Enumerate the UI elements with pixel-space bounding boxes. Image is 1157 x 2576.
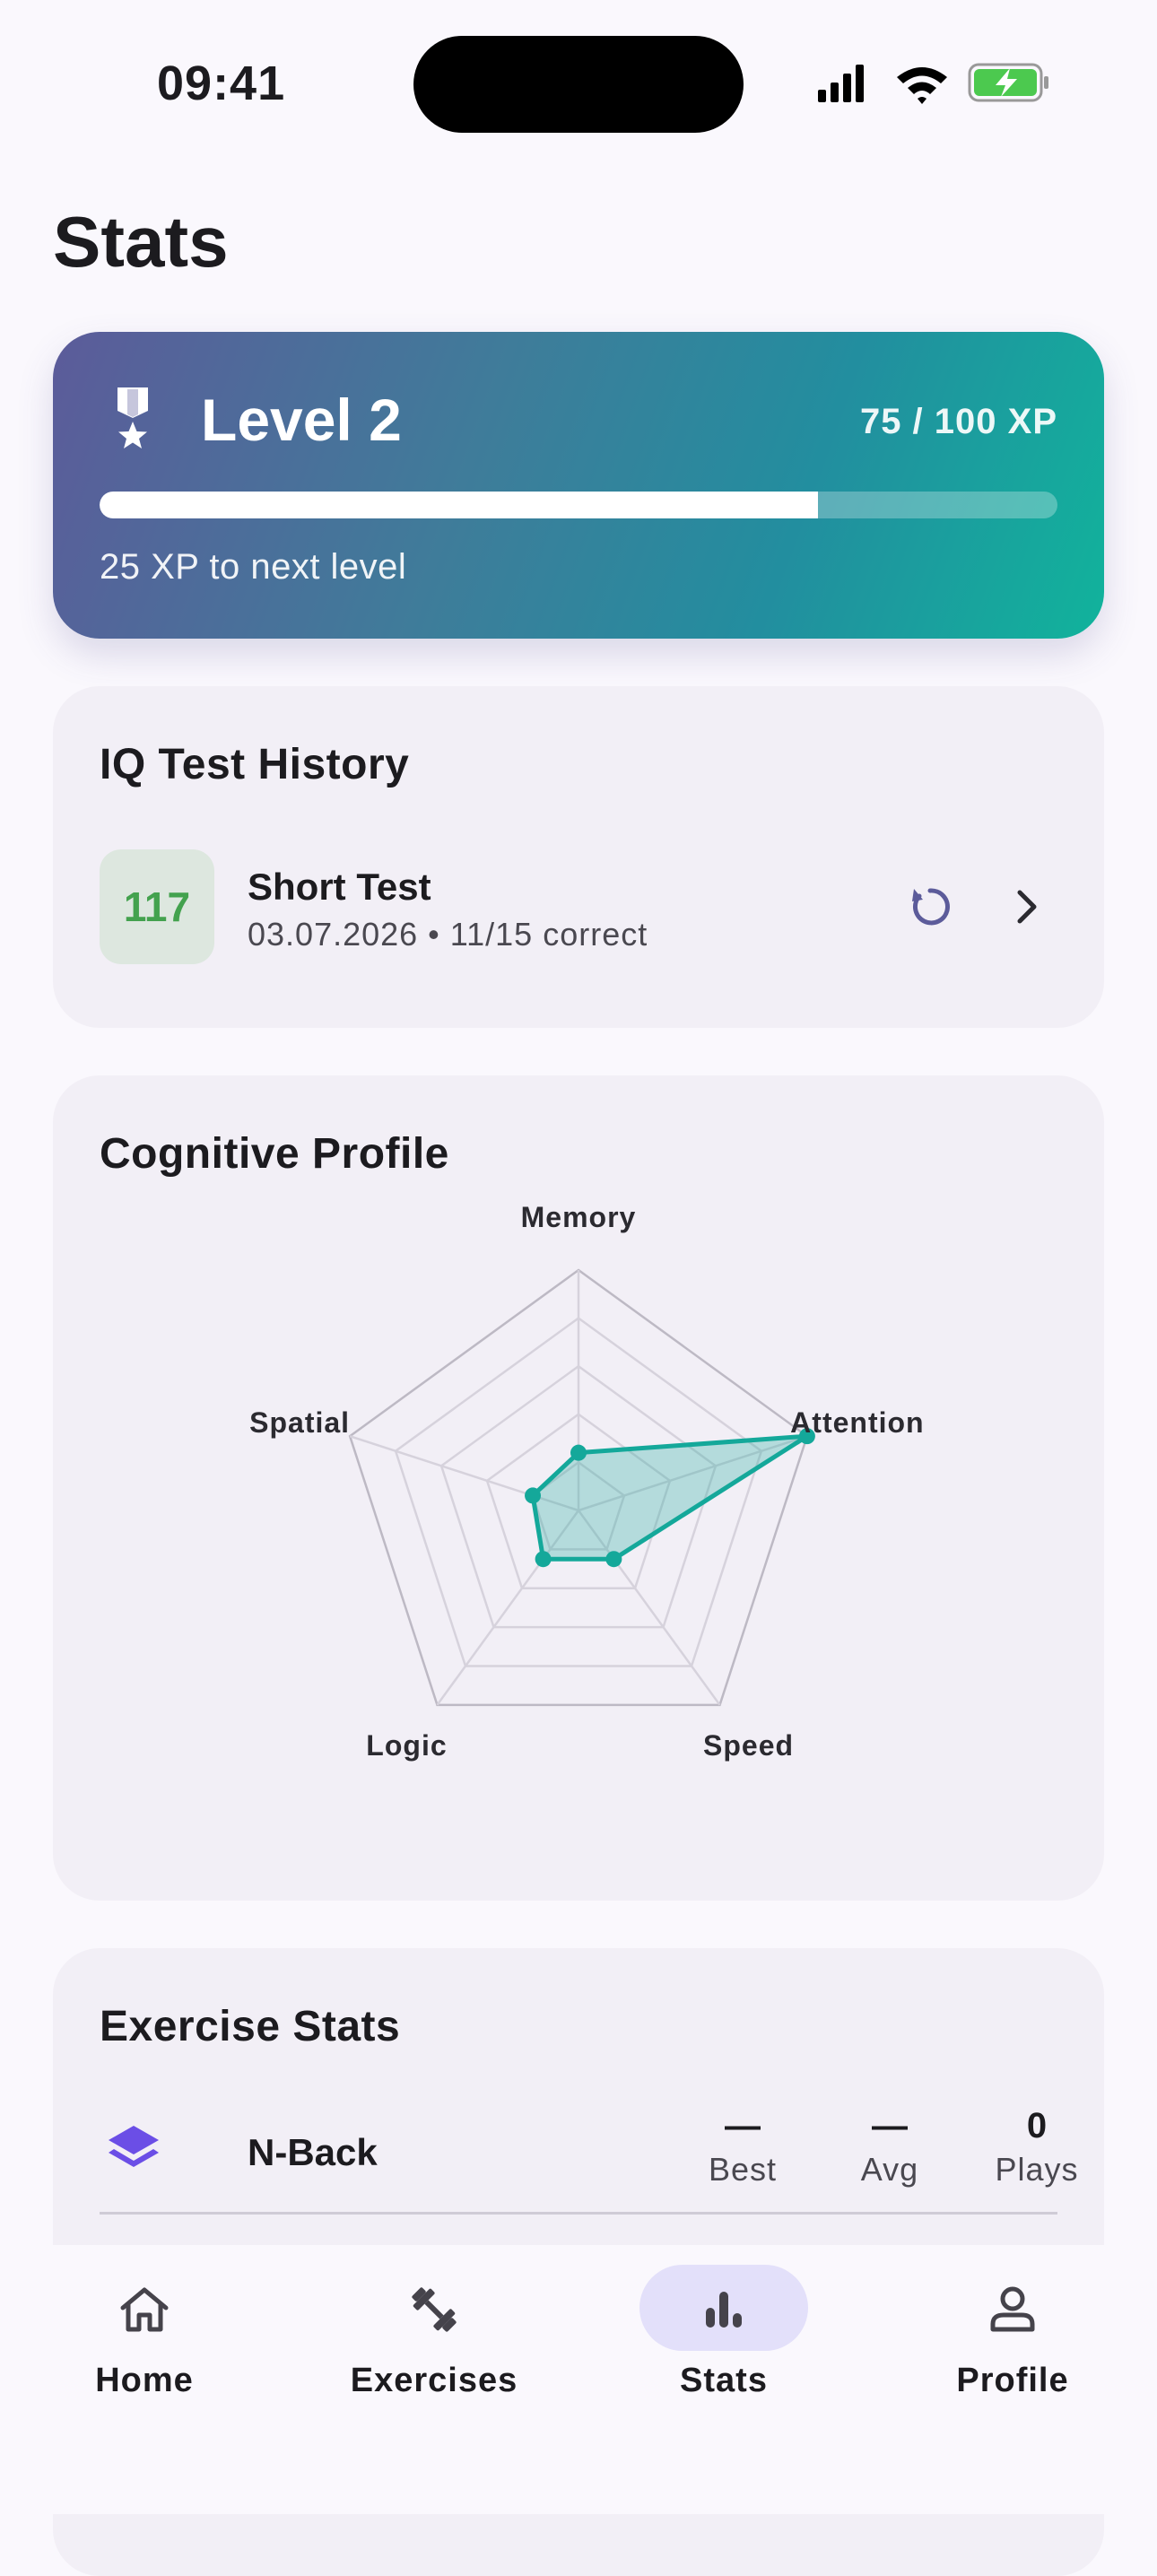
nav-label-home: Home bbox=[95, 2362, 194, 2399]
exercise-row[interactable]: N-Back — Best — Avg 0 Plays bbox=[100, 2101, 1078, 2215]
exercise-stats-title: Exercise Stats bbox=[100, 2003, 401, 2050]
wifi-icon bbox=[897, 67, 947, 104]
signal-icon bbox=[818, 65, 864, 102]
bar-chart-icon bbox=[706, 2292, 742, 2328]
battery-charging-icon bbox=[968, 63, 1048, 102]
status-time: 09:41 bbox=[157, 57, 286, 110]
status-icons bbox=[818, 63, 1048, 104]
level-next-text: 25 XP to next level bbox=[100, 547, 407, 587]
stat-plays-value: 0 bbox=[1026, 2106, 1048, 2145]
radar-axis-label: Speed bbox=[703, 1729, 794, 1762]
stat-best-label: Best bbox=[708, 2151, 778, 2188]
radar-axis-label: Attention bbox=[790, 1406, 924, 1439]
iq-score-badge: 117 bbox=[100, 849, 214, 964]
radar-chart: Memory Attention Speed Logic Spatial bbox=[249, 1201, 924, 1762]
radar-axis-label: Spatial bbox=[249, 1406, 350, 1439]
retry-icon[interactable] bbox=[907, 883, 953, 930]
stat-best-value: — bbox=[725, 2106, 761, 2145]
history-item[interactable]: 117 Short Test 03.07.2026 • 11/15 correc… bbox=[100, 849, 1057, 966]
nav-label-stats: Stats bbox=[680, 2362, 768, 2399]
iq-history-card: IQ Test History 117 Short Test 03.07.202… bbox=[53, 686, 1104, 1028]
test-name: Short Test bbox=[248, 866, 431, 908]
test-meta: 03.07.2026 • 11/15 correct bbox=[248, 916, 648, 953]
nav-item-home[interactable]: Home bbox=[28, 2245, 261, 2424]
home-icon bbox=[120, 2287, 169, 2332]
bottom-nav: Home Exercises Stats Profile bbox=[0, 2245, 1157, 2514]
radar-data-point bbox=[535, 1551, 552, 1568]
cognitive-profile-card: Cognitive Profile Memory Attention Speed Lo… bbox=[53, 1075, 1104, 1901]
person-icon bbox=[990, 2286, 1035, 2332]
level-card: Level 2 75 / 100 XP 25 XP to next level bbox=[53, 332, 1104, 639]
chevron-right-icon[interactable] bbox=[1007, 885, 1047, 928]
xp-progress-bar bbox=[100, 492, 1057, 518]
xp-progress-fill bbox=[100, 492, 818, 518]
radar-data-point bbox=[570, 1444, 587, 1461]
nav-item-stats[interactable]: Stats bbox=[607, 2245, 840, 2424]
stat-avg-label: Avg bbox=[860, 2151, 919, 2188]
dynamic-island bbox=[413, 36, 744, 133]
dumbbell-icon bbox=[412, 2287, 457, 2332]
nav-label-profile: Profile bbox=[956, 2362, 1069, 2399]
nav-label-exercises: Exercises bbox=[350, 2362, 518, 2399]
medal-icon bbox=[117, 387, 148, 448]
page-title: Stats bbox=[53, 202, 229, 282]
status-bar: 09:41 bbox=[0, 0, 1157, 161]
level-title: Level 2 bbox=[201, 387, 402, 453]
stat-plays-label: Plays bbox=[995, 2151, 1079, 2188]
stat-avg: — Avg bbox=[827, 2101, 953, 2189]
radar-axis-label: Memory bbox=[521, 1201, 637, 1233]
iq-history-title: IQ Test History bbox=[100, 741, 410, 788]
nav-item-exercises[interactable]: Exercises bbox=[318, 2245, 551, 2424]
radar-data-point bbox=[525, 1487, 542, 1504]
nav-item-profile[interactable]: Profile bbox=[896, 2245, 1129, 2424]
radar-axis-label: Logic bbox=[366, 1729, 447, 1762]
radar-data-point bbox=[605, 1551, 622, 1568]
level-xp-text: 75 / 100 XP bbox=[859, 402, 1057, 441]
layers-icon bbox=[109, 2126, 159, 2167]
row-divider bbox=[100, 2212, 1057, 2215]
stat-avg-value: — bbox=[872, 2106, 908, 2145]
stat-best: — Best bbox=[680, 2101, 805, 2189]
exercise-name: N-Back bbox=[248, 2131, 378, 2173]
stat-plays: 0 Plays bbox=[974, 2101, 1100, 2189]
